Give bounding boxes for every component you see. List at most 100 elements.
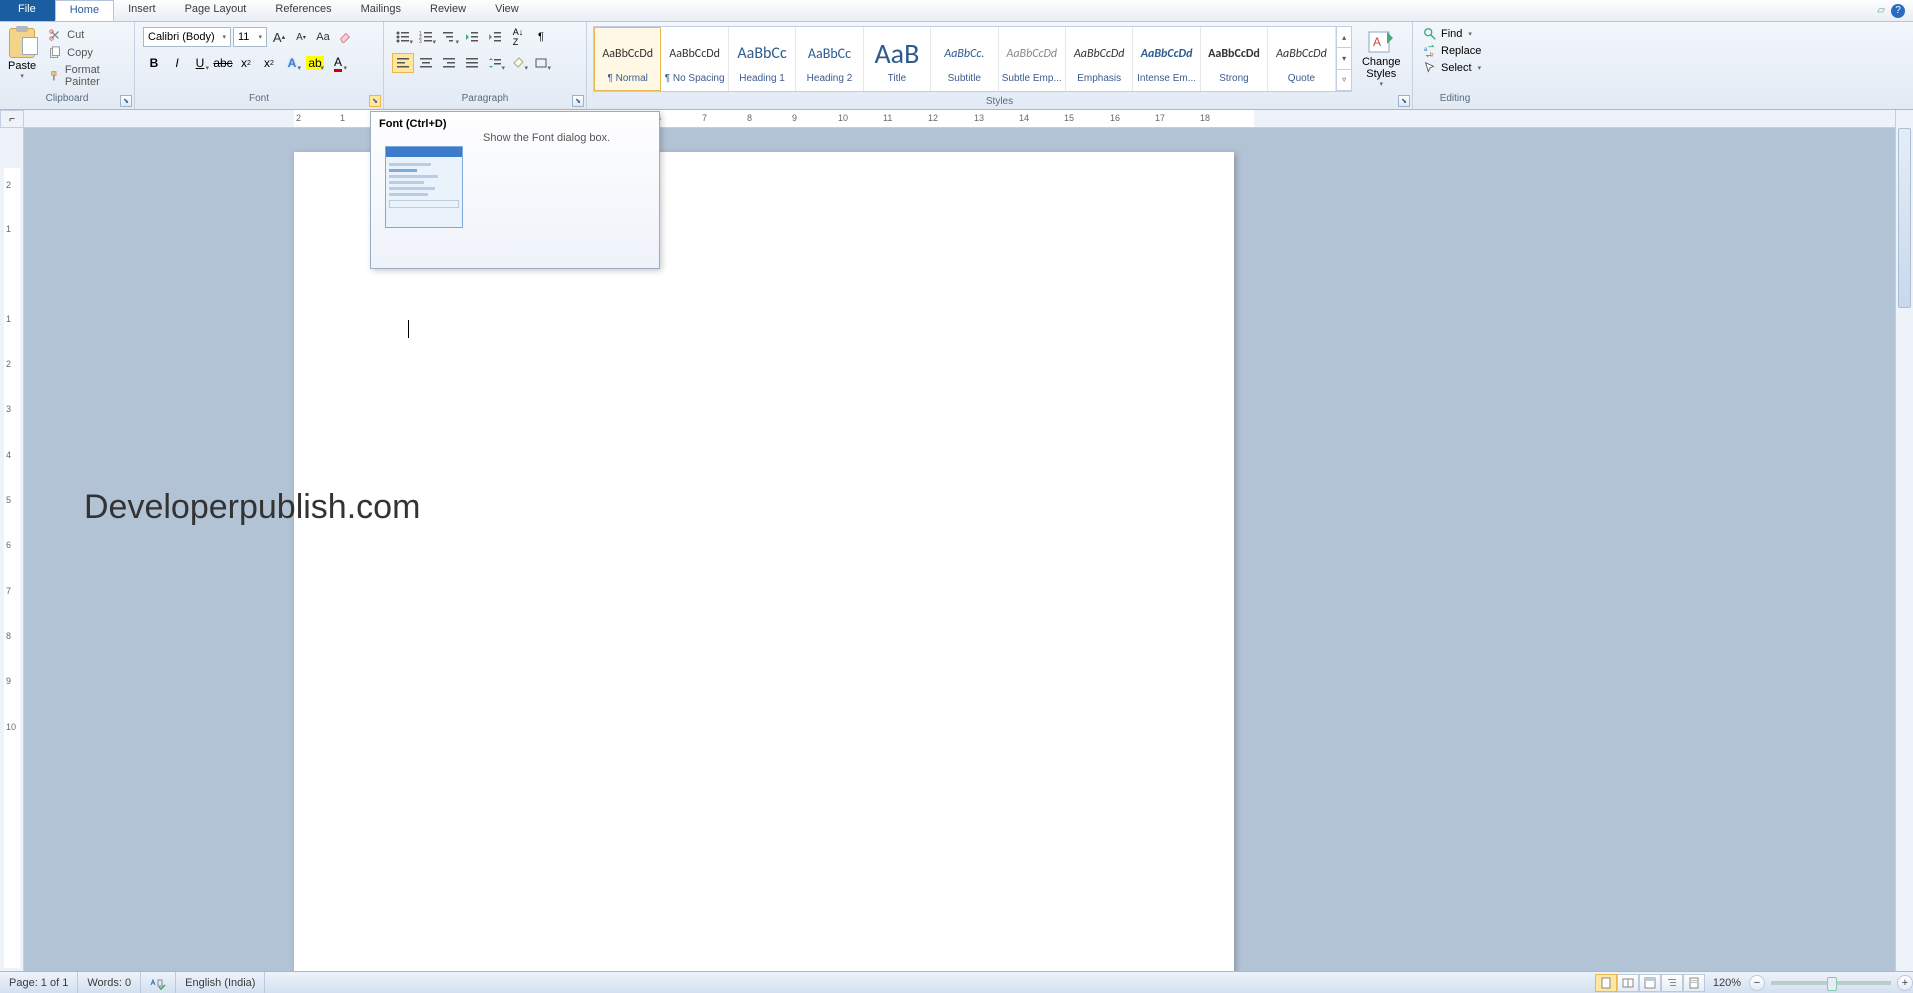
justify-button[interactable] [461,53,483,73]
zoom-slider[interactable] [1771,981,1891,985]
clipboard-group-label: Clipboard ⬊ [0,93,134,109]
shading-button[interactable] [507,53,529,73]
group-paragraph: 123 A↓Z ¶ Paragraph ⬊ [384,22,587,109]
clipboard-launcher[interactable]: ⬊ [120,95,132,107]
styles-gallery-scroll[interactable]: ▴▾▿ [1336,27,1352,91]
align-left-button[interactable] [392,53,414,73]
tab-page-layout[interactable]: Page Layout [171,0,262,21]
select-button[interactable]: Select▾ [1423,61,1481,75]
clear-formatting-button[interactable] [335,27,355,47]
draft-icon [1688,977,1700,989]
style-emphasis[interactable]: AaBbCcDdEmphasis [1066,27,1133,91]
tab-review[interactable]: Review [416,0,481,21]
view-draft[interactable] [1683,974,1705,992]
borders-button[interactable] [530,53,552,73]
find-button[interactable]: Find▾ [1423,27,1481,41]
tab-file[interactable]: File [0,0,55,21]
font-size-combo[interactable]: 11▾ [233,27,267,47]
status-proofing[interactable] [141,972,176,993]
style-subtle-emphasis[interactable]: AaBbCcDdSubtle Emp... [999,27,1066,91]
line-spacing-button[interactable] [484,53,506,73]
minimize-ribbon-icon[interactable]: ▱ [1877,5,1885,16]
web-layout-icon [1644,977,1656,989]
style-normal[interactable]: AaBbCcDd¶ Normal [594,27,661,91]
style-heading-1[interactable]: AaBbCcHeading 1 [729,27,796,91]
replace-icon: ab [1423,44,1437,58]
font-color-button[interactable]: A [327,52,349,74]
status-page[interactable]: Page: 1 of 1 [0,972,78,993]
select-icon [1423,61,1437,75]
multilevel-list-button[interactable] [438,27,460,47]
view-full-screen[interactable] [1617,974,1639,992]
help-icon[interactable]: ? [1891,4,1905,18]
style-quote[interactable]: AaBbCcDdQuote [1268,27,1335,91]
style-heading-2[interactable]: AaBbCcHeading 2 [796,27,863,91]
bucket-icon [511,57,525,69]
grow-font-button[interactable]: A▴ [269,27,289,47]
styles-launcher[interactable]: ⬊ [1398,95,1410,107]
change-case-button[interactable]: Aa [313,27,333,47]
style-title[interactable]: AaBTitle [864,27,931,91]
format-painter-button[interactable]: Format Painter [44,63,130,89]
highlight-button[interactable]: ab [304,52,326,74]
line-spacing-icon [488,57,502,69]
style-no-spacing[interactable]: AaBbCcDd¶ No Spacing [661,27,728,91]
scroll-thumb[interactable] [1898,128,1911,308]
change-styles-button[interactable]: A Change Styles ▾ [1354,24,1408,88]
increase-indent-button[interactable] [484,27,506,47]
copy-button[interactable]: Copy [44,45,130,61]
zoom-in-button[interactable]: + [1897,975,1913,991]
italic-button[interactable]: I [166,52,188,74]
zoom-out-button[interactable]: − [1749,975,1765,991]
tab-selector[interactable]: ⌐ [0,110,24,128]
bullets-icon [396,31,410,43]
style-subtitle[interactable]: AaBbCc.Subtitle [931,27,998,91]
bullets-button[interactable] [392,27,414,47]
replace-button[interactable]: ab Replace [1423,44,1481,58]
shrink-font-button[interactable]: A▾ [291,27,311,47]
show-hide-button[interactable]: ¶ [530,27,552,47]
status-words[interactable]: Words: 0 [78,972,141,993]
vertical-scrollbar[interactable] [1895,110,1913,971]
cut-button[interactable]: Cut [44,27,130,43]
numbering-icon: 123 [419,31,433,43]
font-group-label: Font ⬊ [135,93,383,109]
proofing-icon [150,976,166,990]
align-center-button[interactable] [415,53,437,73]
style-intense-emphasis[interactable]: AaBbCcDdIntense Em... [1133,27,1200,91]
align-center-icon [419,57,433,69]
bold-button[interactable]: B [143,52,165,74]
zoom-level[interactable]: 120% [1705,977,1749,989]
tab-view[interactable]: View [481,0,534,21]
view-print-layout[interactable] [1595,974,1617,992]
align-right-button[interactable] [438,53,460,73]
tab-insert[interactable]: Insert [114,0,171,21]
text-effects-button[interactable]: A [281,52,303,74]
styles-group-label: Styles ⬊ [587,96,1412,109]
tab-references[interactable]: References [261,0,346,21]
font-launcher[interactable]: ⬊ [369,95,381,107]
tab-mailings[interactable]: Mailings [347,0,416,21]
superscript-button[interactable]: x2 [258,52,280,74]
numbering-button[interactable]: 123 [415,27,437,47]
style-strong[interactable]: AaBbCcDdStrong [1201,27,1268,91]
tab-home[interactable]: Home [55,0,114,21]
svg-text:3: 3 [419,39,422,43]
view-outline[interactable] [1661,974,1683,992]
decrease-indent-button[interactable] [461,27,483,47]
paste-button[interactable]: Paste ▾ [4,24,40,80]
paragraph-launcher[interactable]: ⬊ [572,95,584,107]
view-web-layout[interactable] [1639,974,1661,992]
horizontal-ruler[interactable]: 21123456789101112131415161718 [24,110,1895,128]
status-language[interactable]: English (India) [176,972,265,993]
underline-button[interactable]: U [189,52,211,74]
subscript-button[interactable]: x2 [235,52,257,74]
vertical-ruler[interactable]: 2112345678910 [0,128,24,971]
strikethrough-button[interactable]: abc [212,52,234,74]
sort-button[interactable]: A↓Z [507,27,529,47]
scissors-icon [48,28,62,42]
tooltip-title: Font (Ctrl+D) [371,112,659,132]
font-name-combo[interactable]: Calibri (Body)▾ [143,27,231,47]
eraser-icon [338,30,352,44]
page[interactable] [294,152,1234,972]
